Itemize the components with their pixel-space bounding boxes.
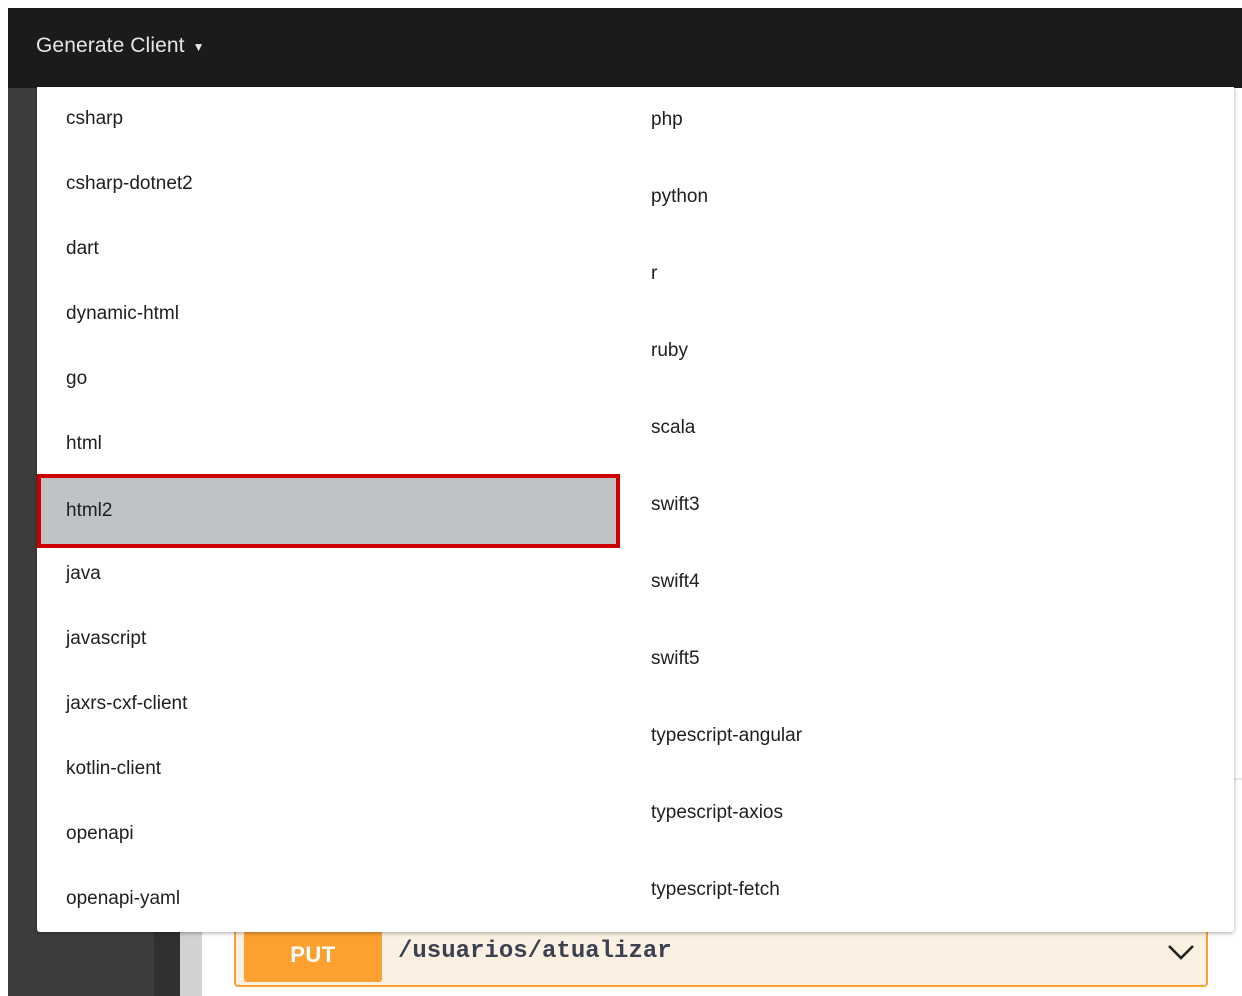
generate-client-button[interactable]: Generate Client ▼ (36, 34, 205, 58)
caret-down-icon: ▼ (192, 40, 205, 54)
menu-item-dart[interactable]: dart (37, 217, 620, 281)
menu-item-php[interactable]: php (620, 81, 1234, 158)
menu-item-csharp[interactable]: csharp (37, 87, 620, 151)
menu-item-kotlin-client[interactable]: kotlin-client (37, 737, 620, 801)
menu-item-csharp-dotnet2[interactable]: csharp-dotnet2 (37, 152, 620, 216)
menu-item-swift4[interactable]: swift4 (620, 543, 1234, 620)
menu-item-ruby[interactable]: ruby (620, 312, 1234, 389)
menu-item-javascript[interactable]: javascript (37, 607, 620, 671)
menu-item-scala[interactable]: scala (620, 389, 1234, 466)
menu-item-typescript-angular[interactable]: typescript-angular (620, 697, 1234, 774)
endpoint-path: /usuarios/atualizar (398, 938, 672, 965)
menu-item-swift5[interactable]: swift5 (620, 620, 1234, 697)
menu-item-go[interactable]: go (37, 347, 620, 411)
menu-item-openapi[interactable]: openapi (37, 802, 620, 866)
menu-item-r[interactable]: r (620, 235, 1234, 312)
generate-client-dropdown-menu: csharp csharp-dotnet2 dart dynamic-html go ht… (37, 87, 1234, 932)
top-navbar: Generate Client ▼ (8, 8, 1242, 88)
menu-item-java[interactable]: java (37, 542, 620, 606)
menu-item-html2[interactable]: html2 (37, 474, 620, 548)
menu-item-python[interactable]: python (620, 158, 1234, 235)
method-badge: PUT (244, 928, 382, 982)
menu-item-swift3[interactable]: swift3 (620, 466, 1234, 543)
menu-item-html[interactable]: html (37, 412, 620, 476)
menu-item-openapi-yaml[interactable]: openapi-yaml (37, 867, 620, 931)
generate-client-label: Generate Client (36, 34, 185, 57)
menu-item-typescript-axios[interactable]: typescript-axios (620, 774, 1234, 851)
menu-item-jaxrs-cxf-client[interactable]: jaxrs-cxf-client (37, 672, 620, 736)
chevron-down-icon[interactable] (1166, 941, 1196, 963)
menu-item-dynamic-html[interactable]: dynamic-html (37, 282, 620, 346)
menu-item-typescript-fetch[interactable]: typescript-fetch (620, 851, 1234, 928)
